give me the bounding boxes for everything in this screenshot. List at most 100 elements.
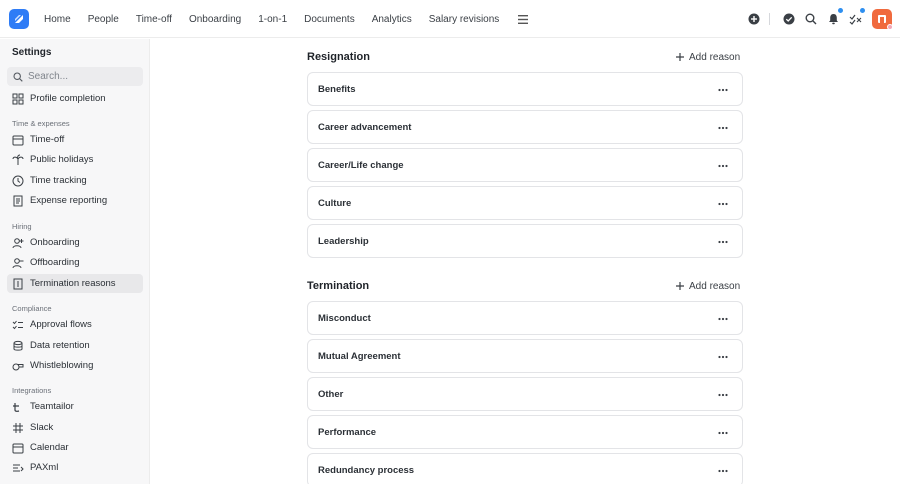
section-hiring: Hiring bbox=[12, 222, 32, 231]
sidebar-item-profile-completion[interactable]: Profile completion bbox=[7, 89, 143, 108]
checklist-icon bbox=[12, 319, 24, 331]
reason-label: Other bbox=[318, 388, 344, 400]
reason-label: Benefits bbox=[318, 83, 356, 95]
section-integrations: Integrations bbox=[12, 386, 52, 395]
notification-dot bbox=[838, 8, 843, 13]
user-minus-icon bbox=[12, 257, 24, 269]
nav-documents[interactable]: Documents bbox=[304, 14, 355, 25]
main-content: Resignation Add reason Benefits Career a… bbox=[151, 39, 900, 484]
nav-analytics[interactable]: Analytics bbox=[372, 14, 412, 25]
search-icon[interactable] bbox=[802, 10, 820, 28]
more-options-icon[interactable] bbox=[716, 197, 730, 211]
grid-icon bbox=[12, 93, 24, 105]
sidebar-item-approval-flows[interactable]: Approval flows bbox=[7, 315, 143, 334]
calendar-icon bbox=[12, 442, 24, 454]
logo-icon bbox=[15, 15, 23, 23]
nav-time-off[interactable]: Time-off bbox=[136, 14, 172, 25]
search-input[interactable] bbox=[28, 71, 128, 82]
add-circle-icon[interactable] bbox=[745, 10, 763, 28]
sidebar-item-label: Termination reasons bbox=[30, 278, 116, 289]
sidebar-item-label: Calendar bbox=[30, 442, 69, 453]
sidebar-item-whistleblowing[interactable]: Whistleblowing bbox=[7, 356, 143, 375]
reason-label: Career advancement bbox=[318, 121, 412, 133]
sidebar-item-teamtailor[interactable]: Teamtailor bbox=[7, 397, 143, 416]
avatar[interactable] bbox=[872, 9, 893, 30]
sidebar-item-slack[interactable]: Slack bbox=[7, 418, 143, 437]
more-options-icon[interactable] bbox=[716, 159, 730, 173]
reason-label: Redundancy process bbox=[318, 464, 415, 476]
calendar-icon bbox=[12, 134, 24, 146]
reason-card[interactable]: Benefits bbox=[307, 72, 743, 106]
user-avatar-icon bbox=[878, 15, 886, 23]
sidebar-item-onboarding[interactable]: Onboarding bbox=[7, 233, 143, 252]
sidebar-item-time-tracking[interactable]: Time tracking bbox=[7, 171, 143, 190]
nav-one-on-one[interactable]: 1-on-1 bbox=[258, 14, 287, 25]
sidebar-item-label: Teamtailor bbox=[30, 401, 74, 412]
more-options-icon[interactable] bbox=[716, 312, 730, 326]
nav-people[interactable]: People bbox=[88, 14, 119, 25]
sidebar-item-label: Approval flows bbox=[30, 319, 92, 330]
nav-home[interactable]: Home bbox=[44, 14, 71, 25]
sidebar-item-public-holidays[interactable]: Public holidays bbox=[7, 150, 143, 169]
reason-card[interactable]: Mutual Agreement bbox=[307, 339, 743, 373]
sidebar-search[interactable] bbox=[7, 67, 143, 86]
nav-onboarding[interactable]: Onboarding bbox=[189, 14, 241, 25]
reason-card[interactable]: Performance bbox=[307, 415, 743, 449]
section-compliance: Compliance bbox=[12, 304, 52, 313]
reason-card[interactable]: Redundancy process bbox=[307, 453, 743, 484]
bell-icon[interactable] bbox=[824, 8, 843, 28]
sidebar-item-label: Expense reporting bbox=[30, 195, 108, 206]
reason-card[interactable]: Career/Life change bbox=[307, 148, 743, 182]
teamtailor-icon bbox=[12, 401, 24, 413]
reason-card[interactable]: Culture bbox=[307, 186, 743, 220]
reason-card[interactable]: Misconduct bbox=[307, 301, 743, 335]
sidebar-item-time-off[interactable]: Time-off bbox=[7, 130, 143, 149]
add-resignation-reason-button[interactable]: Add reason bbox=[675, 49, 740, 65]
reason-label: Mutual Agreement bbox=[318, 350, 401, 362]
code-file-icon bbox=[12, 462, 24, 474]
reason-card[interactable]: Career advancement bbox=[307, 110, 743, 144]
more-options-icon[interactable] bbox=[716, 121, 730, 135]
section-time-expenses: Time & expenses bbox=[12, 119, 70, 128]
clock-icon bbox=[12, 175, 24, 187]
add-reason-label: Add reason bbox=[689, 280, 741, 292]
sidebar-item-label: PAXml bbox=[30, 462, 59, 473]
reason-card[interactable]: Leadership bbox=[307, 224, 743, 258]
more-options-icon[interactable] bbox=[716, 426, 730, 440]
sidebar-item-label: Time tracking bbox=[30, 175, 87, 186]
tasks-dot bbox=[860, 8, 865, 13]
status-dot bbox=[887, 24, 893, 30]
more-options-icon[interactable] bbox=[716, 464, 730, 478]
more-options-icon[interactable] bbox=[716, 235, 730, 249]
sidebar-item-label: Profile completion bbox=[30, 93, 106, 104]
divider bbox=[769, 13, 770, 25]
add-termination-reason-button[interactable]: Add reason bbox=[675, 278, 740, 294]
sidebar-item-termination-reasons[interactable]: Termination reasons bbox=[7, 274, 143, 293]
sidebar-item-data-retention[interactable]: Data retention bbox=[7, 336, 143, 355]
nav-salary-revisions[interactable]: Salary revisions bbox=[429, 14, 500, 25]
reason-label: Leadership bbox=[318, 235, 369, 247]
more-options-icon[interactable] bbox=[716, 350, 730, 364]
sidebar-item-expense-reporting[interactable]: Expense reporting bbox=[7, 191, 143, 210]
sidebar-item-label: Data retention bbox=[30, 340, 90, 351]
termination-title: Termination bbox=[307, 280, 370, 292]
receipt-icon bbox=[12, 195, 24, 207]
check-circle-icon[interactable] bbox=[780, 10, 798, 28]
sidebar-item-label: Public holidays bbox=[30, 154, 94, 165]
sidebar-item-next[interactable] bbox=[7, 479, 143, 484]
sidebar-item-offboarding[interactable]: Offboarding bbox=[7, 253, 143, 272]
database-icon bbox=[12, 340, 24, 352]
tasks-icon[interactable] bbox=[846, 8, 865, 28]
nav-more-menu-icon[interactable] bbox=[516, 12, 530, 26]
more-options-icon[interactable] bbox=[716, 388, 730, 402]
app-logo[interactable] bbox=[9, 9, 29, 29]
whistle-icon bbox=[12, 360, 24, 372]
sidebar-item-calendar[interactable]: Calendar bbox=[7, 438, 143, 457]
top-right-actions bbox=[741, 8, 893, 30]
reason-card[interactable]: Other bbox=[307, 377, 743, 411]
sidebar-item-label: Whistleblowing bbox=[30, 360, 94, 371]
plus-icon bbox=[675, 281, 685, 291]
more-options-icon[interactable] bbox=[716, 83, 730, 97]
search-icon bbox=[13, 71, 23, 82]
sidebar-item-paxml[interactable]: PAXml bbox=[7, 458, 143, 477]
